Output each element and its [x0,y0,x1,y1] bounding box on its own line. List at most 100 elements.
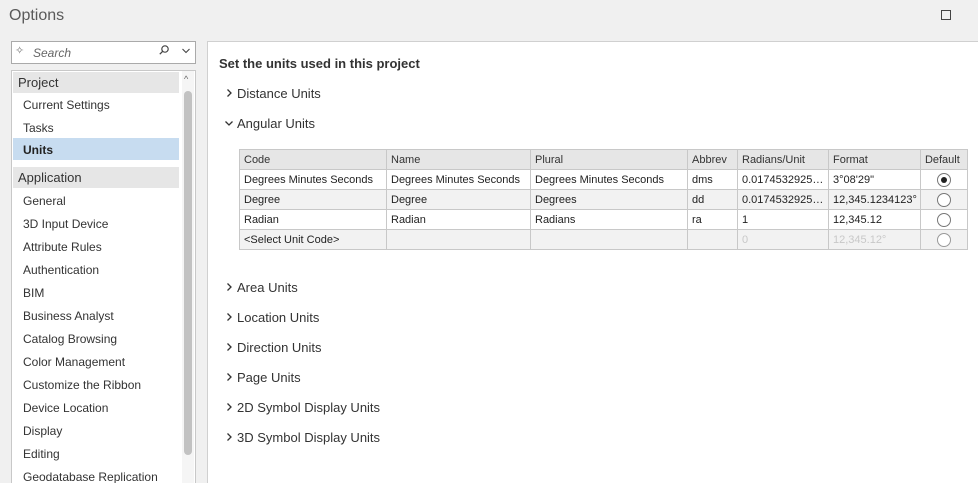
nav-item-label: Current Settings [23,98,110,112]
nav-item-label: Attribute Rules [23,240,102,254]
chevron-down-icon[interactable] [181,46,191,56]
window-title: Options [9,7,65,24]
table-header-row: Code Name Plural Abbrev Radians/Unit For… [239,149,968,170]
section-distance-units[interactable]: Distance Units [221,83,321,103]
table-row[interactable]: Radian Radian Radians ra 1 12,345.12 [239,209,968,230]
section-2d-symbol-display-units[interactable]: 2D Symbol Display Units [221,397,380,417]
cell-code[interactable]: Degrees Minutes Seconds [239,169,387,190]
cell-plural[interactable]: Degrees [530,189,688,210]
column-header-radians-unit[interactable]: Radians/Unit [737,149,829,170]
column-header-code[interactable]: Code [239,149,387,170]
cell-abbrev[interactable]: dd [687,189,738,210]
cell-format[interactable]: 12,345.12° [828,229,921,250]
table-row[interactable]: Degrees Minutes Seconds Degrees Minutes … [239,169,968,190]
cell-name[interactable]: Degree [386,189,531,210]
nav-item-geodatabase-replication[interactable]: Geodatabase Replication [13,465,179,483]
cell-default [919,229,968,250]
nav-item-business-analyst[interactable]: Business Analyst [13,304,179,326]
cell-radians[interactable]: 0.0174532925… [737,189,829,210]
maximize-icon [941,10,951,20]
cell-format[interactable]: 3°08'29" [828,169,921,190]
column-header-name[interactable]: Name [386,149,531,170]
table-row-new[interactable]: <Select Unit Code> 0 12,345.12° [239,229,968,250]
cell-radians[interactable]: 0 [737,229,829,250]
default-radio[interactable] [936,212,951,227]
cell-plural[interactable]: Radians [530,209,688,230]
nav-item-label: General [23,194,66,208]
cell-default [919,189,968,210]
cell-name[interactable]: Radian [386,209,531,230]
default-radio[interactable] [936,232,951,247]
column-header-default[interactable]: Default [919,149,968,170]
cell-code[interactable]: Degree [239,189,387,210]
cell-radians[interactable]: 0.0174532925… [737,169,829,190]
nav-item-authentication[interactable]: Authentication [13,258,179,280]
nav-item-general[interactable]: General [13,189,179,211]
column-header-format[interactable]: Format [828,149,921,170]
chevron-down-icon [221,115,237,131]
nav-item-color-management[interactable]: Color Management [13,350,179,372]
group-header-application[interactable]: Application [13,167,179,188]
section-label: Angular Units [237,115,316,131]
nav-item-display[interactable]: Display [13,419,179,441]
nav-item-units[interactable]: Units [13,138,179,160]
cell-plural[interactable]: Degrees Minutes Seconds [530,169,688,190]
nav-item-editing[interactable]: Editing [13,442,179,464]
search-input[interactable]: ✧ Search [11,41,196,64]
column-header-abbrev[interactable]: Abbrev [687,149,738,170]
cell-abbrev[interactable]: dms [687,169,738,190]
chevron-right-icon [221,279,237,295]
cell-code[interactable]: <Select Unit Code> [239,229,387,250]
group-label: Project [18,75,59,90]
column-header-plural[interactable]: Plural [530,149,688,170]
scrollbar-thumb[interactable] [184,91,192,455]
scroll-up-icon[interactable]: ^ [184,74,188,84]
section-label: Distance Units [237,85,321,101]
section-area-units[interactable]: Area Units [221,277,298,297]
section-location-units[interactable]: Location Units [221,307,319,327]
cell-default [919,209,968,230]
nav-item-attribute-rules[interactable]: Attribute Rules [13,235,179,257]
cell-abbrev[interactable]: ra [687,209,738,230]
cell-format[interactable]: 12,345.1234123° [828,189,921,210]
section-label: Page Units [237,369,301,385]
cell-plural[interactable] [530,229,688,250]
cell-format[interactable]: 12,345.12 [828,209,921,230]
section-label: 2D Symbol Display Units [237,399,381,415]
nav-item-catalog-browsing[interactable]: Catalog Browsing [13,327,179,349]
chevron-right-icon [221,399,237,415]
group-label: Application [18,170,82,185]
nav-item-tasks[interactable]: Tasks [13,116,179,138]
section-3d-symbol-display-units[interactable]: 3D Symbol Display Units [221,427,380,447]
cell-radians[interactable]: 1 [737,209,829,230]
section-label: Direction Units [237,339,322,355]
nav-item-label: Color Management [23,355,126,369]
options-nav-list: Project Current Settings Tasks Units App… [11,70,196,483]
search-icon[interactable] [159,45,169,55]
nav-item-current-settings[interactable]: Current Settings [13,93,179,115]
table-row[interactable]: Degree Degree Degrees dd 0.0174532925… 1… [239,189,968,210]
nav-item-3d-input-device[interactable]: 3D Input Device [13,212,179,234]
search-placeholder: Search [33,46,72,60]
section-direction-units[interactable]: Direction Units [221,337,322,357]
nav-item-device-location[interactable]: Device Location [13,396,179,418]
nav-item-label: Tasks [23,121,54,135]
cell-name[interactable]: Degrees Minutes Seconds [386,169,531,190]
nav-item-label: Geodatabase Replication [23,470,158,483]
cell-name[interactable] [386,229,531,250]
nav-item-customize-the-ribbon[interactable]: Customize the Ribbon [13,373,179,395]
section-label: Location Units [237,309,320,325]
section-angular-units[interactable]: Angular Units [221,113,315,133]
nav-scrollbar[interactable]: ^ [182,71,194,483]
default-radio[interactable] [936,172,951,187]
units-settings-panel: Set the units used in this project Dista… [207,41,978,483]
maximize-button[interactable] [937,6,955,24]
nav-item-bim[interactable]: BIM [13,281,179,303]
group-header-project[interactable]: Project [13,72,179,93]
cell-code[interactable]: Radian [239,209,387,230]
default-radio[interactable] [936,192,951,207]
nav-item-label: Customize the Ribbon [23,378,142,392]
section-page-units[interactable]: Page Units [221,367,301,387]
chevron-right-icon [221,309,237,325]
cell-abbrev[interactable] [687,229,738,250]
